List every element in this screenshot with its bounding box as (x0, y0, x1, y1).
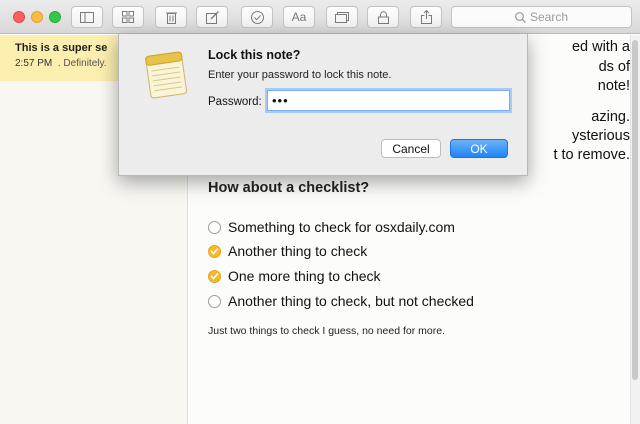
checkbox-checked[interactable] (208, 244, 221, 258)
checkmark-icon (210, 247, 219, 255)
password-input[interactable] (267, 90, 510, 111)
search-icon (515, 11, 526, 23)
checklist-heading: How about a checklist? (208, 180, 370, 196)
checklist-item: One more thing to check (208, 266, 381, 286)
share-button[interactable] (410, 6, 442, 28)
minimize-window-button[interactable] (31, 11, 43, 23)
search-placeholder: Search (529, 10, 569, 24)
cancel-button[interactable]: Cancel (381, 139, 441, 158)
lock-note-button[interactable] (367, 6, 399, 28)
lock-icon (377, 10, 389, 24)
format-button[interactable]: Aa (283, 6, 315, 28)
checklist-item: Another thing to check (208, 241, 367, 261)
note-time: 2:57 PM (15, 58, 53, 69)
new-note-button[interactable] (196, 6, 228, 28)
attachments-browser-button[interactable] (112, 6, 144, 28)
compose-icon (205, 10, 219, 24)
grid-icon (122, 11, 134, 23)
trash-icon (165, 12, 177, 24)
checklist-item: Something to check for osxdaily.com (208, 217, 455, 237)
sidebar-icon (80, 11, 94, 23)
checklist-item-text: One more thing to check (228, 268, 381, 284)
checkbox-unchecked[interactable] (208, 294, 221, 308)
notes-app-icon (145, 51, 187, 99)
checklist-item-text: Something to check for osxdaily.com (228, 219, 455, 235)
toggle-sidebar-button[interactable] (71, 6, 103, 28)
password-label: Password: (208, 96, 262, 108)
dialog-title: Lock this note? (208, 48, 301, 62)
delete-note-button[interactable] (155, 6, 187, 28)
font-format-icon: Aa (291, 10, 307, 24)
ok-button[interactable]: OK (450, 139, 508, 158)
checklist-item-text: Another thing to check (228, 243, 368, 259)
checklist-item: Another thing to check, but not checked (208, 291, 474, 311)
add-table-button[interactable] (326, 6, 358, 28)
note-preview: . Definitely. (57, 58, 107, 69)
search-field[interactable]: Search (451, 6, 632, 28)
note-text-line: t to remove. (553, 147, 630, 163)
lock-note-dialog: Lock this note? Enter your password to l… (118, 34, 528, 176)
dialog-message: Enter your password to lock this note. (208, 69, 392, 81)
note-text-line: ed with a (571, 39, 630, 55)
close-window-button[interactable] (13, 11, 25, 23)
checkbox-unchecked[interactable] (208, 220, 221, 234)
checkmark-icon (210, 272, 219, 280)
toolbar: Aa Search (0, 0, 640, 34)
photo-icon (335, 11, 349, 23)
zoom-window-button[interactable] (49, 11, 61, 23)
checkbox-checked[interactable] (208, 269, 221, 283)
note-text-line: ysterious (571, 128, 630, 144)
note-text-line: azing. (591, 109, 630, 125)
checkmark-circle-icon (250, 10, 264, 24)
checklist-item-text: Another thing to check, but not checked (228, 293, 474, 309)
scrollbar-thumb[interactable] (632, 40, 638, 380)
checklist-button[interactable] (241, 6, 273, 28)
note-text-line: ds of (598, 59, 630, 75)
share-icon (420, 10, 432, 24)
note-footer-text: Just two things to check I guess, no nee… (208, 325, 445, 337)
note-text-line: note! (597, 78, 630, 94)
